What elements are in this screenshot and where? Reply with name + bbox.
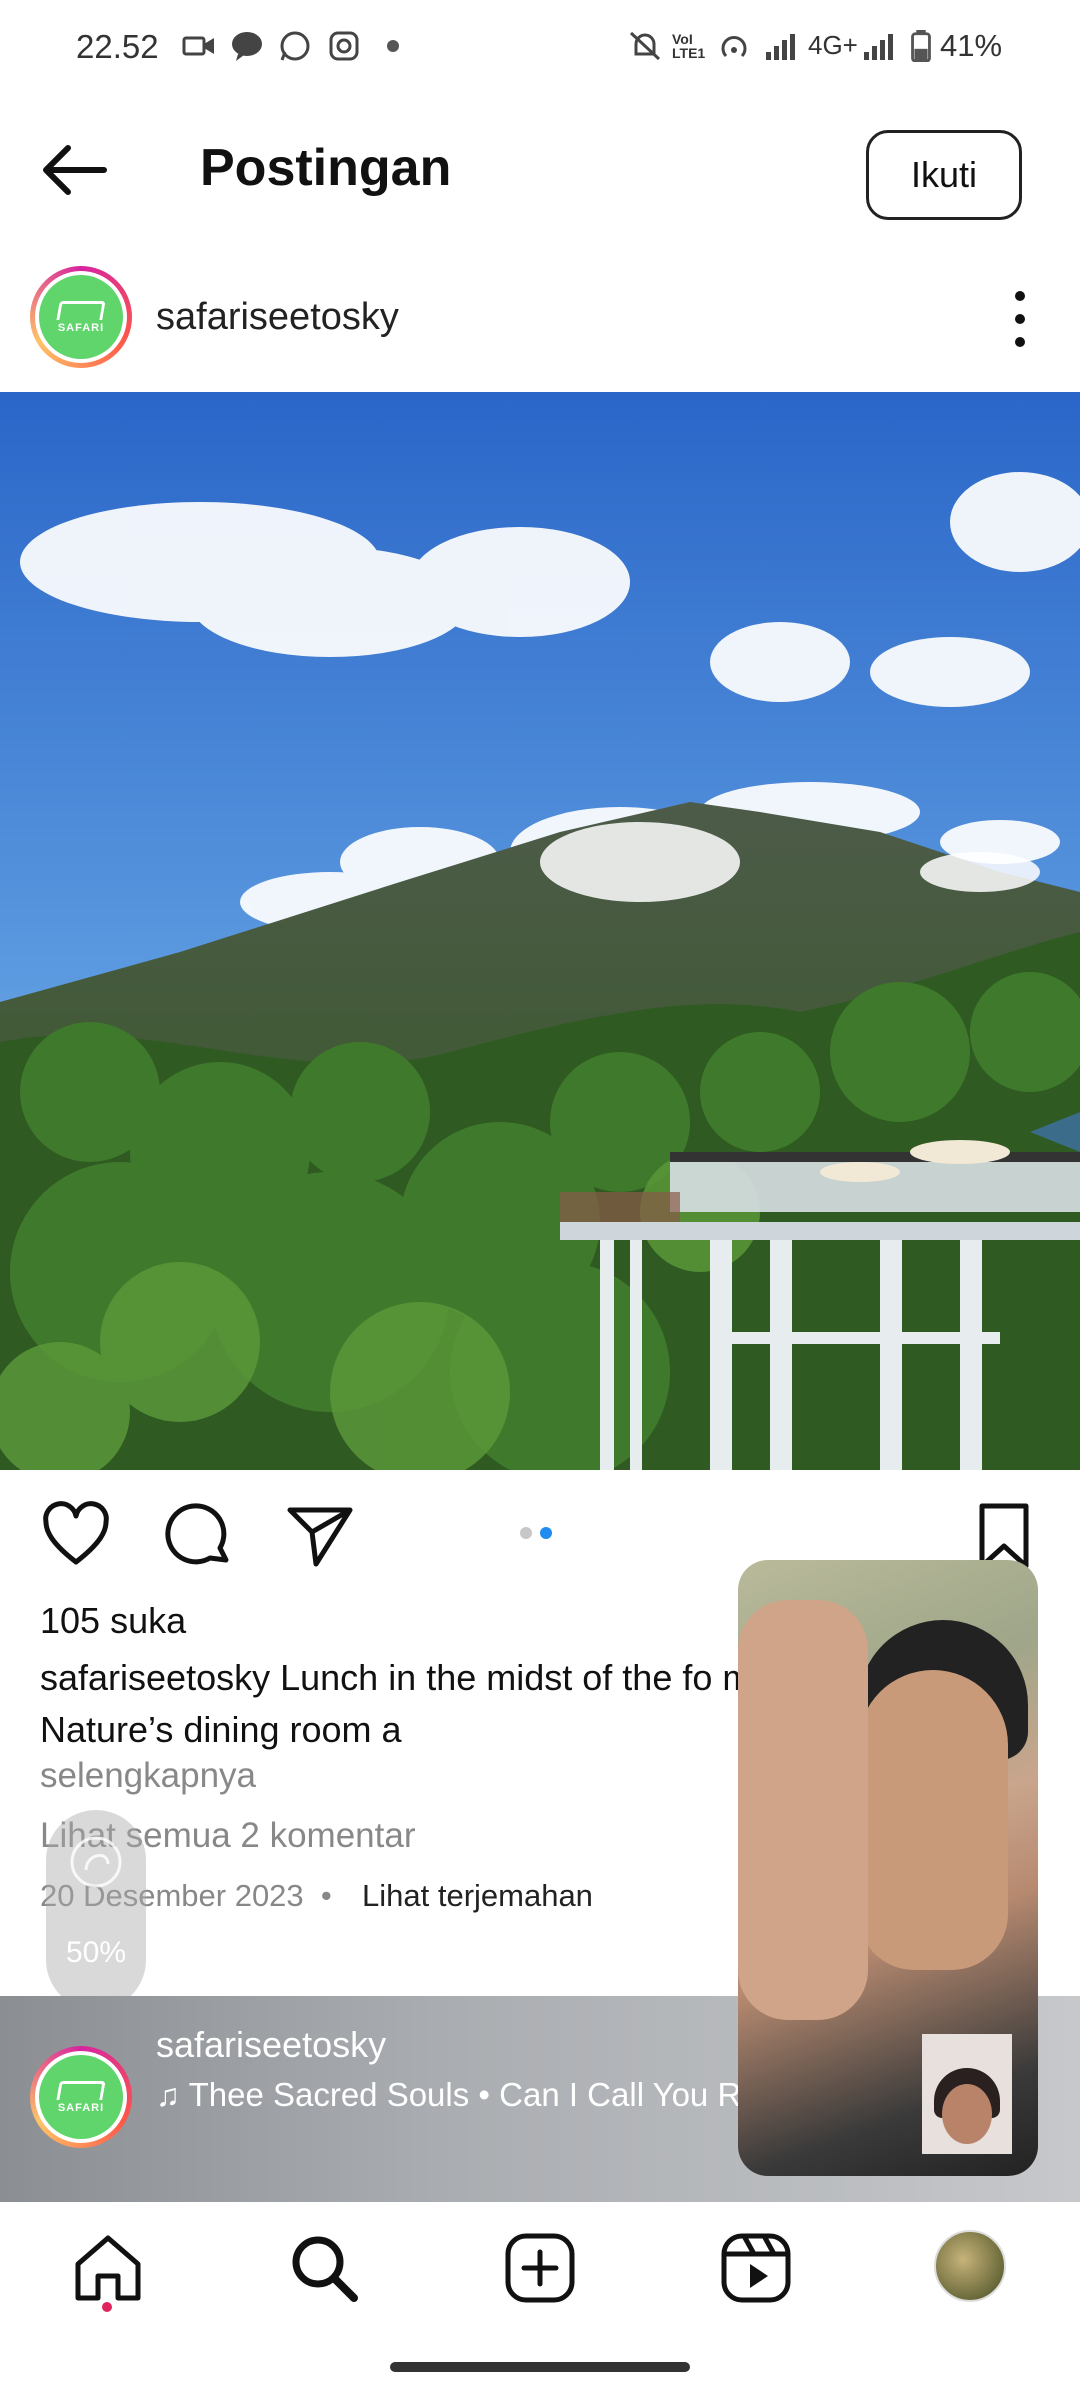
see-translation-link[interactable]: Lihat terjemahan <box>362 1878 593 1914</box>
music-note-icon: ♫ <box>156 2077 180 2113</box>
video-icon <box>182 36 214 56</box>
status-time: 22.52 <box>76 28 159 65</box>
home-notification-dot <box>102 2302 112 2312</box>
dot-icon <box>387 40 399 52</box>
bottom-navigation <box>0 2204 1080 2400</box>
mute-icon <box>629 31 661 61</box>
status-bar: 22.52 VoI LTE1 4G+ 41% <box>0 0 1080 96</box>
signal-icon <box>766 34 795 60</box>
follow-button[interactable]: Ikuti <box>866 130 1022 220</box>
floating-meter[interactable]: 50% <box>46 1810 146 2010</box>
comment-icon[interactable] <box>162 1500 234 1572</box>
volte-icon: VoI LTE1 <box>672 31 706 61</box>
battery-percent: 41% <box>940 28 1003 63</box>
meter-percent: 50% <box>65 1936 127 1969</box>
profile-avatar[interactable] <box>934 2230 1006 2302</box>
instagram-icon <box>329 31 359 61</box>
home-indicator[interactable] <box>390 2362 690 2372</box>
share-icon[interactable] <box>284 1500 356 1572</box>
avatar-logo: SAFARI <box>39 275 123 359</box>
author-avatar[interactable]: SAFARI <box>30 266 132 368</box>
signal2-icon <box>864 34 893 60</box>
pip-self-view[interactable] <box>922 2034 1012 2154</box>
header: Postingan Ikuti <box>0 110 1080 240</box>
gauge-icon <box>70 1836 122 1888</box>
page-title: Postingan <box>200 139 452 197</box>
post-author-row: SAFARI safariseetosky <box>0 260 1080 380</box>
see-more-link[interactable]: selengkapnya <box>40 1756 256 1796</box>
mountain-scene-image <box>0 392 1080 1470</box>
next-post-username[interactable]: safariseetosky <box>156 2024 386 2066</box>
hotspot-icon <box>721 36 747 58</box>
battery-icon <box>911 30 931 62</box>
pip-person-hand <box>738 1600 868 2020</box>
search-icon[interactable] <box>286 2230 362 2306</box>
chat-icon <box>232 32 262 61</box>
next-post-audio[interactable]: ♫ Thee Sacred Souls • Can I Call You Ro <box>156 2076 760 2114</box>
avatar-logo-text: SAFARI <box>57 321 105 334</box>
create-icon[interactable] <box>502 2230 578 2306</box>
video-call-pip[interactable] <box>738 1560 1038 2176</box>
avatar-inner: SAFARI <box>35 2051 127 2143</box>
reels-icon[interactable] <box>718 2230 794 2306</box>
next-post-song: Thee Sacred Souls • Can I Call You Ro <box>188 2076 760 2113</box>
arrow-left-icon[interactable] <box>40 140 110 200</box>
post-photo[interactable] <box>0 392 1080 1470</box>
pip-person-face <box>858 1670 1008 1970</box>
home-icon[interactable] <box>70 2230 146 2306</box>
next-post-avatar[interactable]: SAFARI <box>30 2046 132 2148</box>
mountain-logo-icon <box>56 2080 106 2100</box>
mountain-logo-icon <box>56 300 106 320</box>
carousel-indicator <box>520 1526 560 1544</box>
avatar-logo-text: SAFARI <box>57 2101 105 2114</box>
author-username[interactable]: safariseetosky <box>156 296 399 339</box>
more-options-icon[interactable] <box>1000 284 1040 354</box>
avatar-logo: SAFARI <box>39 2055 123 2139</box>
self-face <box>942 2084 992 2144</box>
likes-count[interactable]: 105 suka <box>40 1600 186 1642</box>
carousel-dot-active <box>540 1527 552 1539</box>
carousel-dot <box>520 1527 532 1539</box>
heart-icon[interactable] <box>40 1500 112 1572</box>
network-type: 4G+ <box>808 30 858 60</box>
whatsapp-icon <box>280 31 310 61</box>
avatar-inner: SAFARI <box>35 271 127 363</box>
